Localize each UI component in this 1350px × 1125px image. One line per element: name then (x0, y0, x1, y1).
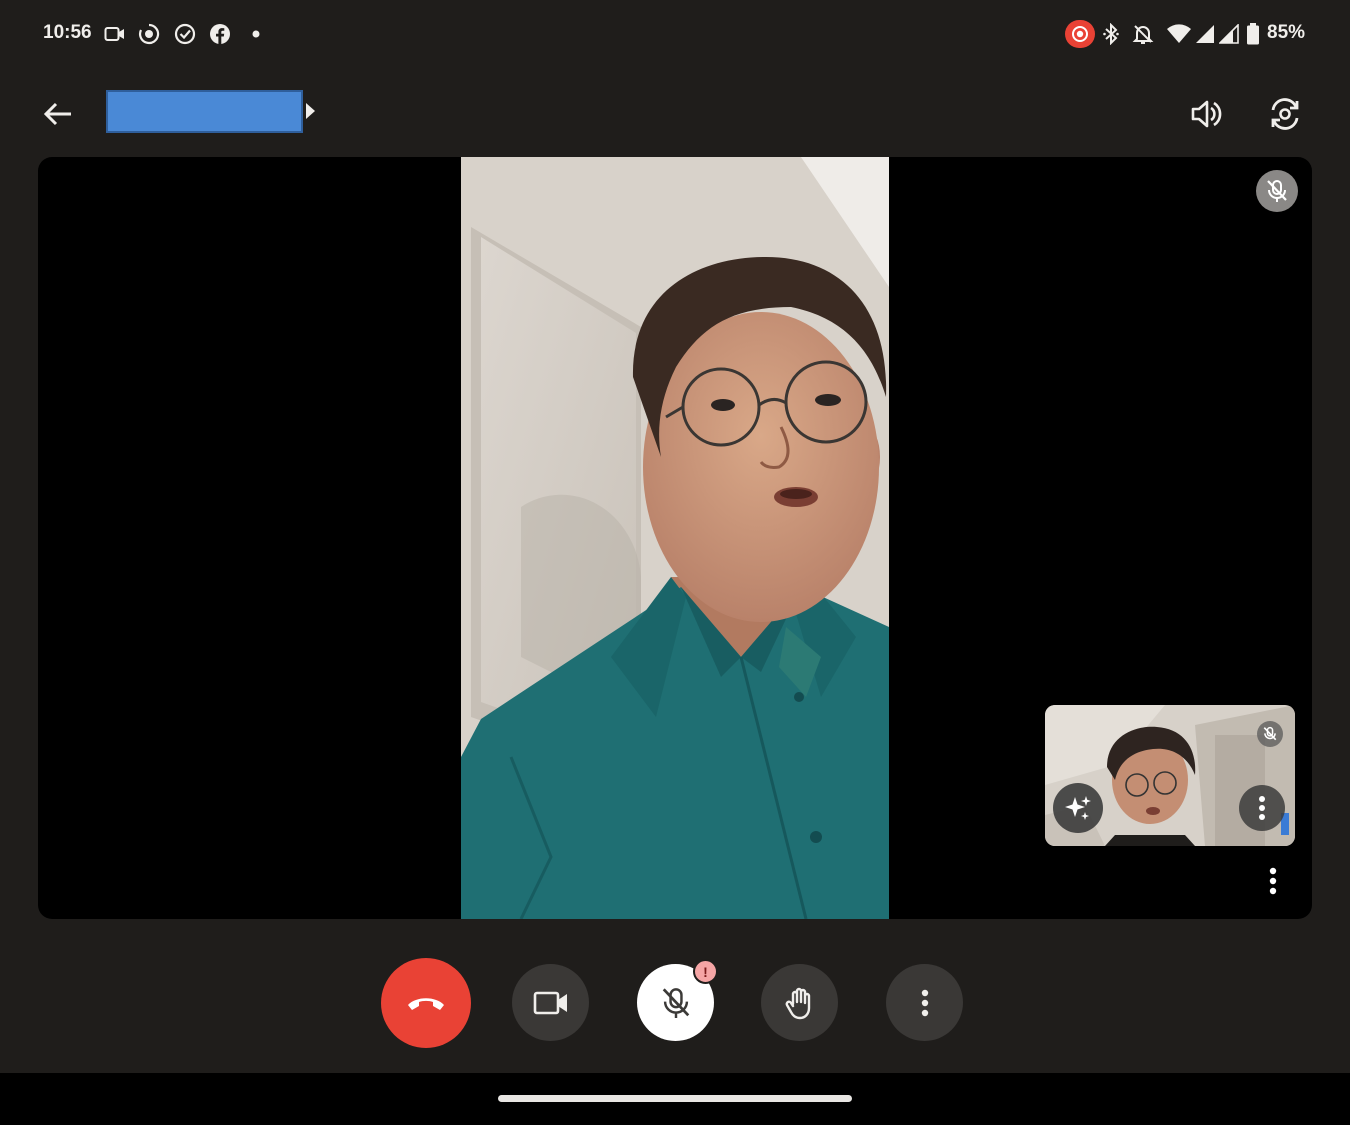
system-nav-bar (0, 1073, 1350, 1125)
sparkle-effects-icon (1065, 796, 1091, 820)
screen-record-icon (137, 22, 161, 46)
video-camera-icon (103, 22, 127, 46)
video-stage (38, 157, 1312, 919)
participant-more-button[interactable] (1260, 863, 1286, 899)
camera-toggle-button[interactable] (512, 964, 589, 1041)
participant-image (461, 157, 889, 919)
volume-icon (1191, 100, 1222, 128)
dot-icon (249, 22, 263, 46)
status-bar: 10:56 85% (0, 0, 1350, 68)
participant-video[interactable] (461, 157, 889, 919)
self-mic-off-badge (1257, 721, 1283, 747)
audio-output-button[interactable] (1185, 94, 1229, 134)
more-options-button[interactable] (886, 964, 963, 1041)
phone-hangup-icon (408, 998, 444, 1010)
mic-off-icon (1263, 726, 1277, 741)
call-controls: ! (0, 955, 1350, 1055)
raise-hand-button[interactable] (761, 964, 838, 1041)
facebook-icon (208, 22, 232, 46)
back-arrow-icon (43, 102, 71, 126)
video-camera-icon (533, 991, 567, 1014)
self-view-more-button[interactable] (1239, 785, 1285, 831)
bell-off-icon (1131, 22, 1155, 46)
battery-icon (1244, 22, 1262, 46)
more-vert-icon (1269, 867, 1277, 895)
signal-icon (1217, 22, 1241, 46)
signal-icon (1193, 22, 1217, 46)
bluetooth-icon (1100, 22, 1122, 46)
more-vert-icon (921, 989, 928, 1016)
self-view-tile[interactable] (1045, 705, 1295, 846)
visual-effects-button[interactable] (1053, 783, 1103, 833)
switch-camera-button[interactable] (1262, 94, 1308, 134)
more-vert-icon (1259, 796, 1265, 820)
mic-alert-badge: ! (693, 959, 718, 984)
switch-camera-icon (1271, 98, 1299, 130)
wifi-icon (1165, 22, 1193, 46)
battery-percentage: 85% (1267, 22, 1306, 43)
mic-off-icon (662, 987, 689, 1018)
recording-indicator-icon (1065, 20, 1095, 48)
meeting-title[interactable] (106, 90, 303, 133)
check-circle-icon (173, 22, 197, 46)
home-gesture-handle[interactable] (498, 1095, 852, 1102)
end-call-button[interactable] (381, 958, 471, 1048)
call-app-bar (0, 80, 1350, 146)
participant-mic-off-badge (1256, 170, 1298, 212)
status-time: 10:56 (43, 22, 92, 43)
raise-hand-icon (785, 987, 810, 1019)
mic-off-icon (1267, 180, 1287, 202)
back-button[interactable] (36, 94, 80, 134)
chevron-right-icon[interactable] (306, 103, 315, 119)
